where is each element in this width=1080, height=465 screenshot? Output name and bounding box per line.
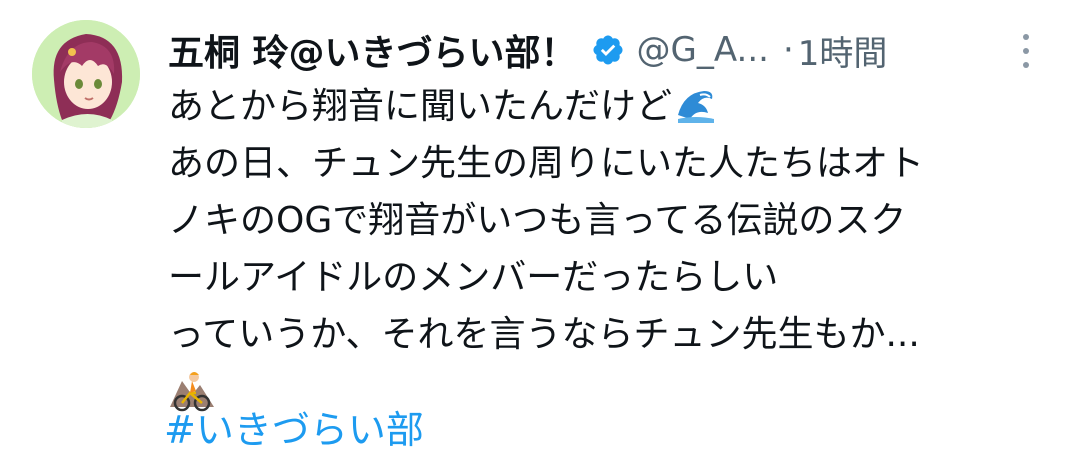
tweet-line-text: っていうか、それを言うならチュン先生もか...: [168, 314, 920, 355]
tweet-line: ールアイドルのメンバーだったらしい: [168, 249, 1048, 306]
tweet-line: あとから翔音に聞いたんだけど: [168, 78, 1048, 135]
tweet-line-text: あの日、チュン先生の周りにいた人たちはオト: [168, 143, 925, 184]
tweet-line: あの日、チュン先生の周りにいた人たちはオト: [168, 135, 1048, 192]
tweet-text: あとから翔音に聞いたんだけど あの日、チュン先生の周りにいた人たちはオト ノキの…: [168, 78, 1048, 413]
tweet-line-text: あとから翔音に聞いたんだけど: [168, 86, 673, 127]
tweet-card[interactable]: 五桐 玲@いきづらい部！ @G_A... · 1時間 あとから翔音に聞いたんだけ…: [0, 0, 1080, 465]
more-dot: [1023, 48, 1029, 54]
tweet-line: っていうか、それを言うならチュン先生もか...: [168, 306, 1048, 363]
water-wave-emoji: [676, 85, 716, 125]
tweet-line: ノキのOGで翔音がいつも言ってる伝説のスク: [168, 192, 1048, 249]
tweet-line-text: ノキのOGで翔音がいつも言ってる伝説のスク: [168, 200, 907, 241]
tweet-header: 五桐 玲@いきづらい部！ @G_A... · 1時間: [168, 22, 1048, 78]
more-dot: [1023, 34, 1029, 40]
user-handle[interactable]: @G_A...: [637, 30, 769, 70]
tweet-line-text: ールアイドルのメンバーだったらしい: [168, 257, 779, 298]
timestamp[interactable]: 1時間: [798, 26, 888, 75]
more-options-icon[interactable]: [1016, 34, 1036, 68]
more-dot: [1023, 62, 1029, 68]
display-name[interactable]: 五桐 玲@いきづらい部！: [168, 24, 577, 76]
verified-badge-icon: [591, 33, 625, 67]
hashtag-link[interactable]: #いきづらい部: [164, 404, 424, 456]
separator-dot: ·: [782, 30, 794, 70]
avatar[interactable]: [32, 20, 140, 128]
